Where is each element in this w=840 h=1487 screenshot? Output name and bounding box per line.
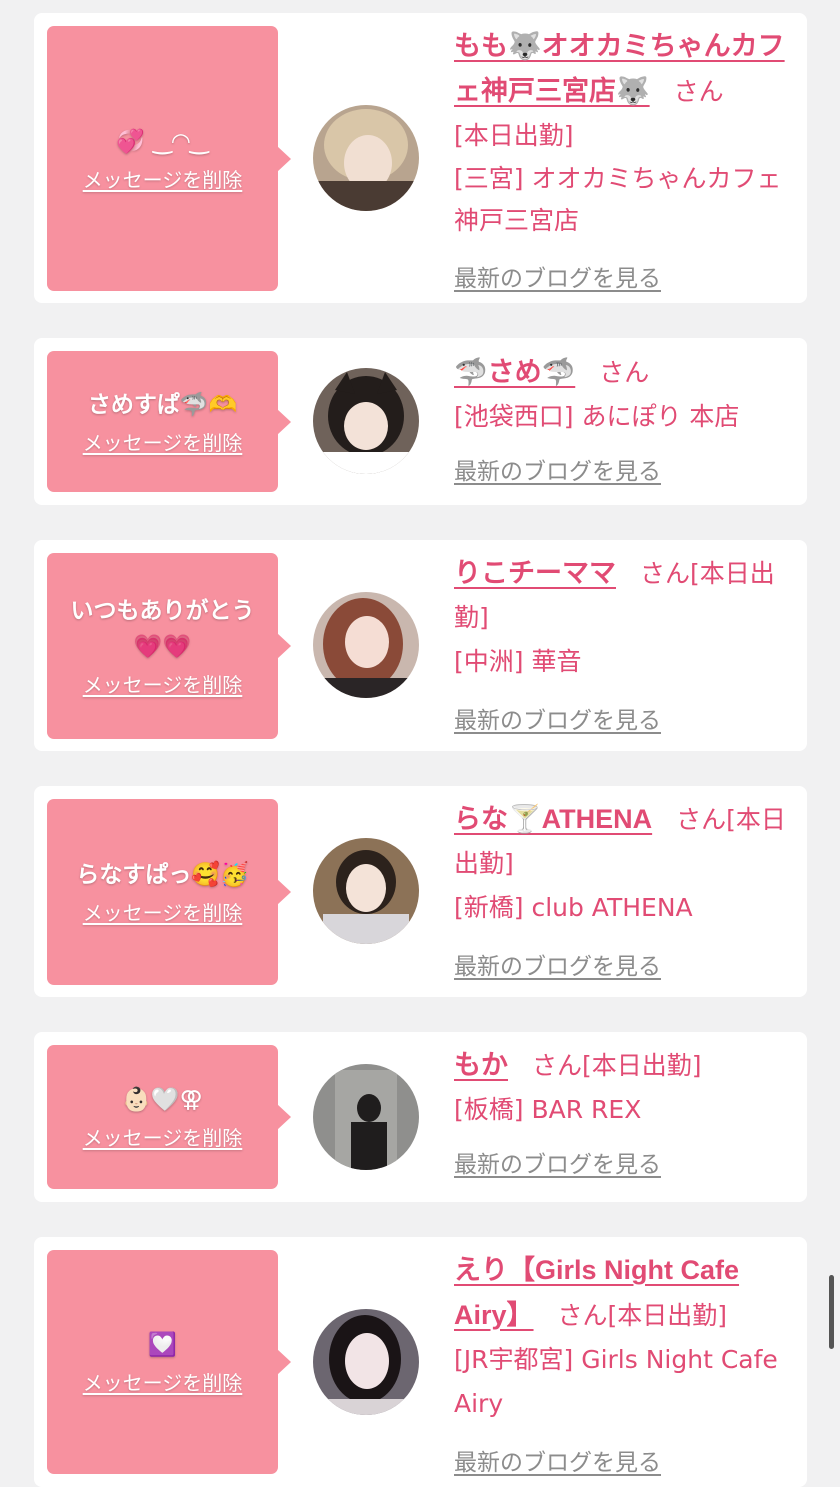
latest-blog-link[interactable]: 最新のブログを見る — [454, 264, 661, 294]
avatar[interactable] — [313, 368, 419, 474]
message-text: らなすぱっ🥰🥳 — [76, 862, 249, 888]
message-text: 👶🏻🤍⚢ — [122, 1087, 203, 1113]
attendance-status: [本日出勤] — [454, 121, 574, 150]
cast-name-link[interactable]: りこチーママ — [454, 558, 616, 588]
honorific: さん — [532, 1051, 583, 1080]
honorific: さん — [557, 1301, 608, 1330]
cast-name-link[interactable]: もも🐺オオカミちゃんカフェ神戸三宮店🐺 — [454, 31, 785, 106]
delete-message-link[interactable]: メッセージを削除 — [83, 899, 243, 927]
cast-card: 💞 ‿◠‿ メッセージを削除 もも🐺オオカミちゃんカフェ神戸三宮店🐺 さん [本日… — [34, 13, 807, 303]
message-text: 💞 ‿◠‿ — [116, 128, 209, 155]
message-bubble: らなすぱっ🥰🥳 メッセージを削除 — [47, 799, 291, 985]
delete-message-link[interactable]: メッセージを削除 — [83, 1369, 243, 1397]
avatar[interactable] — [313, 1064, 419, 1170]
shop-info: [三宮] オオカミちゃんカフェ神戸三宮店 — [454, 164, 782, 235]
avatar[interactable] — [313, 592, 419, 698]
cast-card: らなすぱっ🥰🥳 メッセージを削除 らな🍸ATHENA さん[本日出勤] [新橋] … — [34, 786, 807, 997]
honorific: さん — [673, 77, 724, 106]
cast-name-link[interactable]: らな🍸ATHENA — [454, 804, 652, 834]
favorites-message-list: 💞 ‿◠‿ メッセージを削除 もも🐺オオカミちゃんカフェ神戸三宮店🐺 さん [本日… — [0, 0, 840, 1487]
delete-message-link[interactable]: メッセージを削除 — [83, 1124, 243, 1152]
cast-name-link[interactable]: もか — [454, 1050, 508, 1080]
attendance-status: [本日出勤] — [607, 1301, 728, 1330]
latest-blog-link[interactable]: 最新のブログを見る — [454, 952, 661, 982]
attendance-status: [本日出勤] — [582, 1051, 702, 1080]
cast-name-link[interactable]: 🦈さめ🦈 — [454, 357, 575, 387]
cast-card: 👶🏻🤍⚢ メッセージを削除 もか さん[本日出勤] [板橋] BAR REX 最新… — [34, 1032, 807, 1202]
message-bubble: さめすぱ🦈🫶 メッセージを削除 — [47, 351, 291, 492]
shop-info: [池袋西口] あにぽり 本店 — [454, 402, 740, 431]
delete-message-link[interactable]: メッセージを削除 — [83, 671, 243, 699]
cast-card: 💟 メッセージを削除 えり【Girls Night Cafe Airy】 さん[本… — [34, 1237, 807, 1487]
delete-message-link[interactable]: メッセージを削除 — [83, 429, 243, 457]
message-text: 💟 — [148, 1332, 177, 1358]
shop-info: [板橋] BAR REX — [454, 1095, 642, 1124]
cast-info: えり【Girls Night Cafe Airy】 さん[本日出勤] [JR宇都宮… — [454, 1248, 797, 1484]
message-text: いつもありがとう💗💗 — [70, 598, 255, 660]
honorific: さん — [676, 805, 727, 834]
cast-info: りこチーママ さん[本日出勤] [中洲] 華音 最新のブログを見る — [454, 551, 797, 742]
latest-blog-link[interactable]: 最新のブログを見る — [454, 1150, 661, 1180]
cast-info: もも🐺オオカミちゃんカフェ神戸三宮店🐺 さん [本日出勤] [三宮] オオカミちゃ… — [454, 24, 797, 300]
message-bubble: 💟 メッセージを削除 — [47, 1250, 291, 1474]
cast-card: いつもありがとう💗💗 メッセージを削除 りこチーママ さん[本日出勤] [中洲] … — [34, 540, 807, 751]
cast-card: さめすぱ🦈🫶 メッセージを削除 🦈さめ🦈 さん [池袋西口] あにぽり 本店 最新… — [34, 338, 807, 505]
message-bubble: 👶🏻🤍⚢ メッセージを削除 — [47, 1045, 291, 1189]
shop-info: [JR宇都宮] Girls Night Cafe Airy — [454, 1345, 778, 1418]
cast-info: 🦈さめ🦈 さん [池袋西口] あにぽり 本店 最新のブログを見る — [454, 350, 797, 493]
honorific: さん — [599, 358, 650, 387]
cast-info: もか さん[本日出勤] [板橋] BAR REX 最新のブログを見る — [454, 1043, 797, 1186]
cast-info: らな🍸ATHENA さん[本日出勤] [新橋] club ATHENA 最新のブロ… — [454, 797, 797, 988]
avatar[interactable] — [313, 105, 419, 211]
message-bubble: いつもありがとう💗💗 メッセージを削除 — [47, 553, 291, 739]
shop-info: [中洲] 華音 — [454, 647, 582, 676]
avatar[interactable] — [313, 838, 419, 944]
avatar[interactable] — [313, 1309, 419, 1415]
scrollbar[interactable] — [829, 1275, 834, 1349]
shop-info: [新橋] club ATHENA — [454, 893, 693, 922]
honorific: さん — [640, 559, 691, 588]
latest-blog-link[interactable]: 最新のブログを見る — [454, 1448, 661, 1478]
message-bubble: 💞 ‿◠‿ メッセージを削除 — [47, 26, 291, 291]
latest-blog-link[interactable]: 最新のブログを見る — [454, 457, 661, 487]
latest-blog-link[interactable]: 最新のブログを見る — [454, 706, 661, 736]
delete-message-link[interactable]: メッセージを削除 — [83, 166, 243, 194]
message-text: さめすぱ🦈🫶 — [87, 391, 238, 418]
